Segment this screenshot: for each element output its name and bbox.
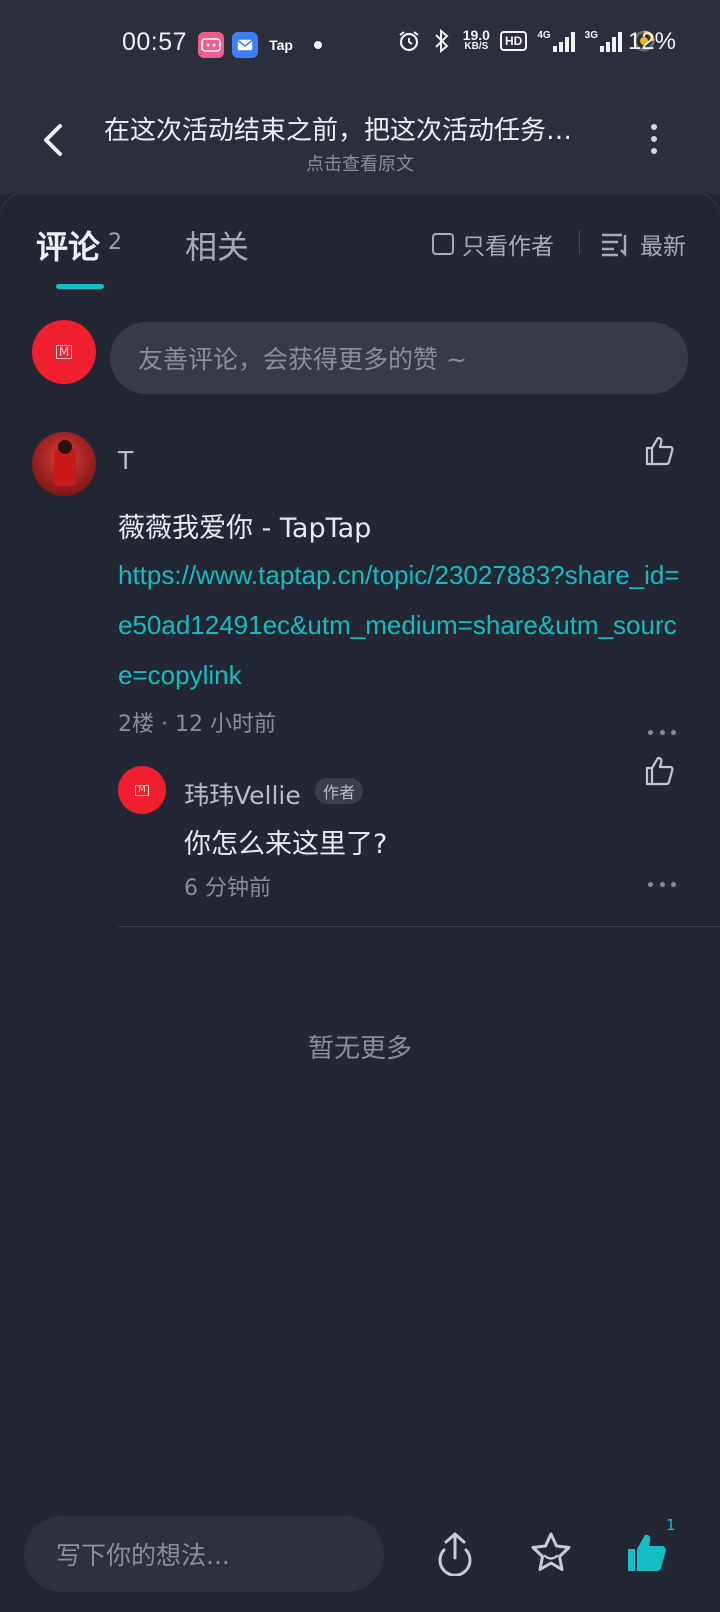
alarm-icon	[399, 31, 419, 52]
commenter-name[interactable]: T	[118, 446, 133, 475]
like-filled-icon[interactable]	[624, 1530, 670, 1576]
weibo-app-icon	[198, 32, 224, 58]
reply-more-button[interactable]	[648, 880, 676, 888]
status-bar: 00:57 Tap 19.0 KB/S HD 4G 3G 12%	[0, 0, 720, 90]
avatar-logo-icon: M	[55, 345, 73, 359]
my-avatar[interactable]: M	[32, 320, 96, 384]
signal-4g-icon: 4G	[537, 30, 575, 52]
no-more-text: 暂无更多	[307, 1034, 412, 1064]
comment-text: 薇薇我爱你 - TapTap	[118, 513, 372, 544]
active-tab-indicator	[56, 284, 104, 289]
reply-author-name[interactable]: 玮玮Vellie	[184, 776, 301, 812]
comment-meta: 2楼 · 12 小时前	[118, 712, 276, 737]
comments-panel: 评论 2 相关 只看作者 最新 M 友善评论，会获得更多的赞 ~ T 薇薇我爱你…	[0, 194, 720, 1612]
reply-avatar[interactable]: M	[118, 766, 166, 814]
commenter-avatar[interactable]	[32, 432, 96, 496]
comment-more-button[interactable]	[648, 728, 676, 736]
like-count: 1	[666, 1516, 676, 1534]
author-only-label: 只看作者	[462, 234, 554, 260]
reply-text: 你怎么来这里了?	[184, 829, 388, 860]
filter-divider	[579, 230, 580, 254]
avatar-logo-icon: M	[135, 784, 149, 796]
bluetooth-icon	[435, 28, 449, 54]
sort-button[interactable]: 最新	[600, 227, 686, 261]
more-options-button[interactable]	[648, 124, 660, 156]
status-time: 00:57	[122, 28, 188, 56]
net-speed: 19.0 KB/S	[462, 27, 490, 52]
author-only-toggle[interactable]: 只看作者	[432, 227, 554, 261]
favorite-star-icon[interactable]	[528, 1530, 574, 1576]
comment-input[interactable]: 友善评论，会获得更多的赞 ~	[110, 322, 688, 394]
tab-comments-count: 2	[108, 230, 122, 255]
status-icons: 19.0 KB/S HD 4G 3G	[397, 28, 656, 54]
bottom-action-bar: 写下你的想法... 1	[0, 1500, 720, 1612]
tab-related[interactable]: 相关	[185, 222, 249, 268]
author-badge: 作者	[315, 778, 364, 804]
view-original-link[interactable]: 点击查看原文	[0, 150, 720, 176]
signal-3g-icon: 3G	[585, 30, 622, 52]
page-title[interactable]: 在这次活动结束之前，把这次活动任务…	[104, 110, 614, 147]
comment-divider	[118, 926, 720, 927]
notification-dot-icon	[314, 41, 322, 49]
reply-like-icon[interactable]	[642, 754, 676, 788]
write-comment-input[interactable]: 写下你的想法...	[24, 1516, 384, 1592]
battery-percent: 12%	[627, 28, 676, 55]
comment-link[interactable]: https://www.taptap.cn/topic/23027883?sha…	[118, 550, 688, 700]
reply-time: 6 分钟前	[184, 876, 271, 901]
tab-comments[interactable]: 评论	[36, 222, 100, 268]
comment-like-icon[interactable]	[642, 434, 676, 468]
share-icon[interactable]	[432, 1530, 478, 1576]
sort-label: 最新	[640, 234, 686, 260]
mail-app-icon	[232, 32, 258, 58]
top-app-bar: 在这次活动结束之前，把这次活动任务… 点击查看原文	[0, 90, 720, 194]
author-only-checkbox[interactable]	[432, 233, 454, 255]
hd-badge: HD	[499, 31, 528, 51]
taptap-app-icon: Tap	[269, 37, 293, 53]
sort-icon	[602, 233, 627, 257]
